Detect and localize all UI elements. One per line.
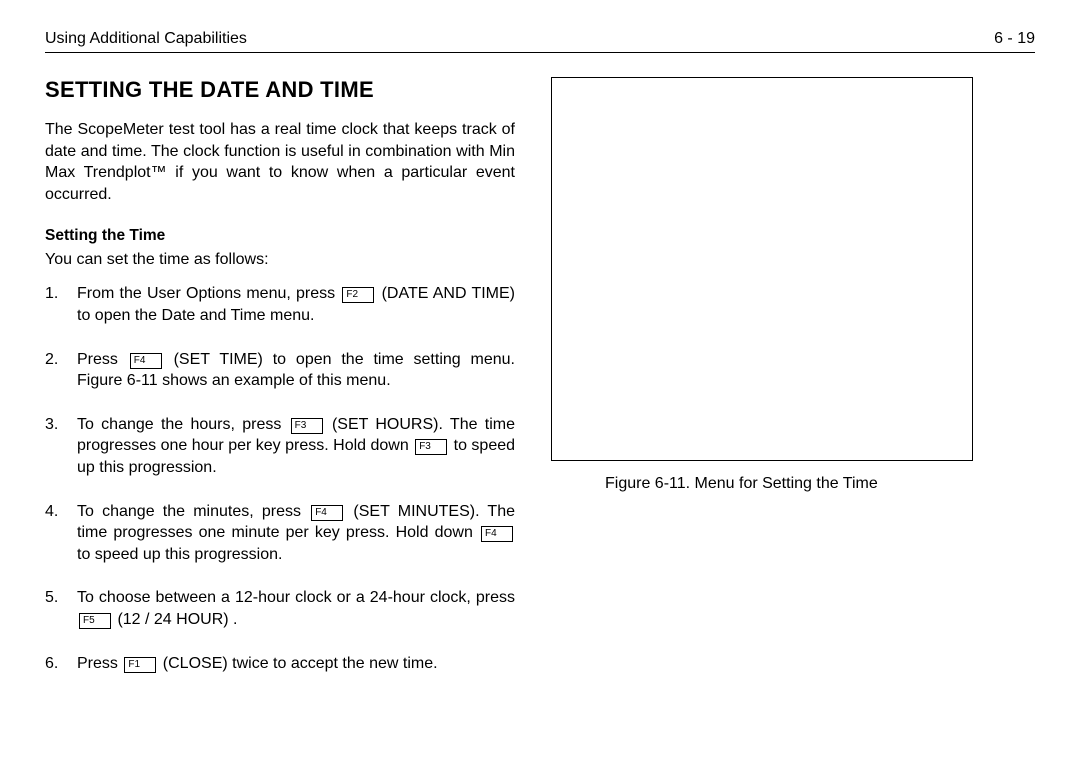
figure-caption: Figure 6-11. Menu for Setting the Time bbox=[551, 475, 1035, 493]
header-right: 6 - 19 bbox=[994, 30, 1035, 48]
lead-sentence: You can set the time as follows: bbox=[45, 251, 515, 269]
key-f5: F5 bbox=[79, 613, 111, 629]
key-f1: F1 bbox=[124, 657, 156, 673]
key-f4: F4 bbox=[311, 505, 343, 521]
right-column: Figure 6-11. Menu for Setting the Time bbox=[551, 71, 1035, 696]
step-5: To choose between a 12-hour clock or a 2… bbox=[45, 587, 515, 630]
step-3: To change the hours, press F3 (SET HOURS… bbox=[45, 414, 515, 479]
step-6: Press F1 (CLOSE) twice to accept the new… bbox=[45, 653, 515, 675]
intro-paragraph: The ScopeMeter test tool has a real time… bbox=[45, 119, 515, 205]
header-rule bbox=[45, 52, 1035, 53]
step-4: To change the minutes, press F4 (SET MIN… bbox=[45, 501, 515, 566]
page-header: Using Additional Capabilities 6 - 19 bbox=[45, 30, 1035, 48]
key-f4: F4 bbox=[481, 526, 513, 542]
left-column: SETTING THE DATE AND TIME The ScopeMeter… bbox=[45, 71, 515, 696]
key-f2: F2 bbox=[342, 287, 374, 303]
step-2: Press F4 (SET TIME) to open the time set… bbox=[45, 349, 515, 392]
header-left: Using Additional Capabilities bbox=[45, 30, 247, 48]
figure-placeholder bbox=[551, 77, 973, 461]
section-heading: SETTING THE DATE AND TIME bbox=[45, 77, 515, 103]
subsection-heading: Setting the Time bbox=[45, 227, 515, 245]
step-1: From the User Options menu, press F2 (DA… bbox=[45, 283, 515, 326]
key-f4: F4 bbox=[130, 353, 162, 369]
steps-list: From the User Options menu, press F2 (DA… bbox=[45, 283, 515, 674]
key-f3: F3 bbox=[415, 439, 447, 455]
key-f3: F3 bbox=[291, 418, 323, 434]
